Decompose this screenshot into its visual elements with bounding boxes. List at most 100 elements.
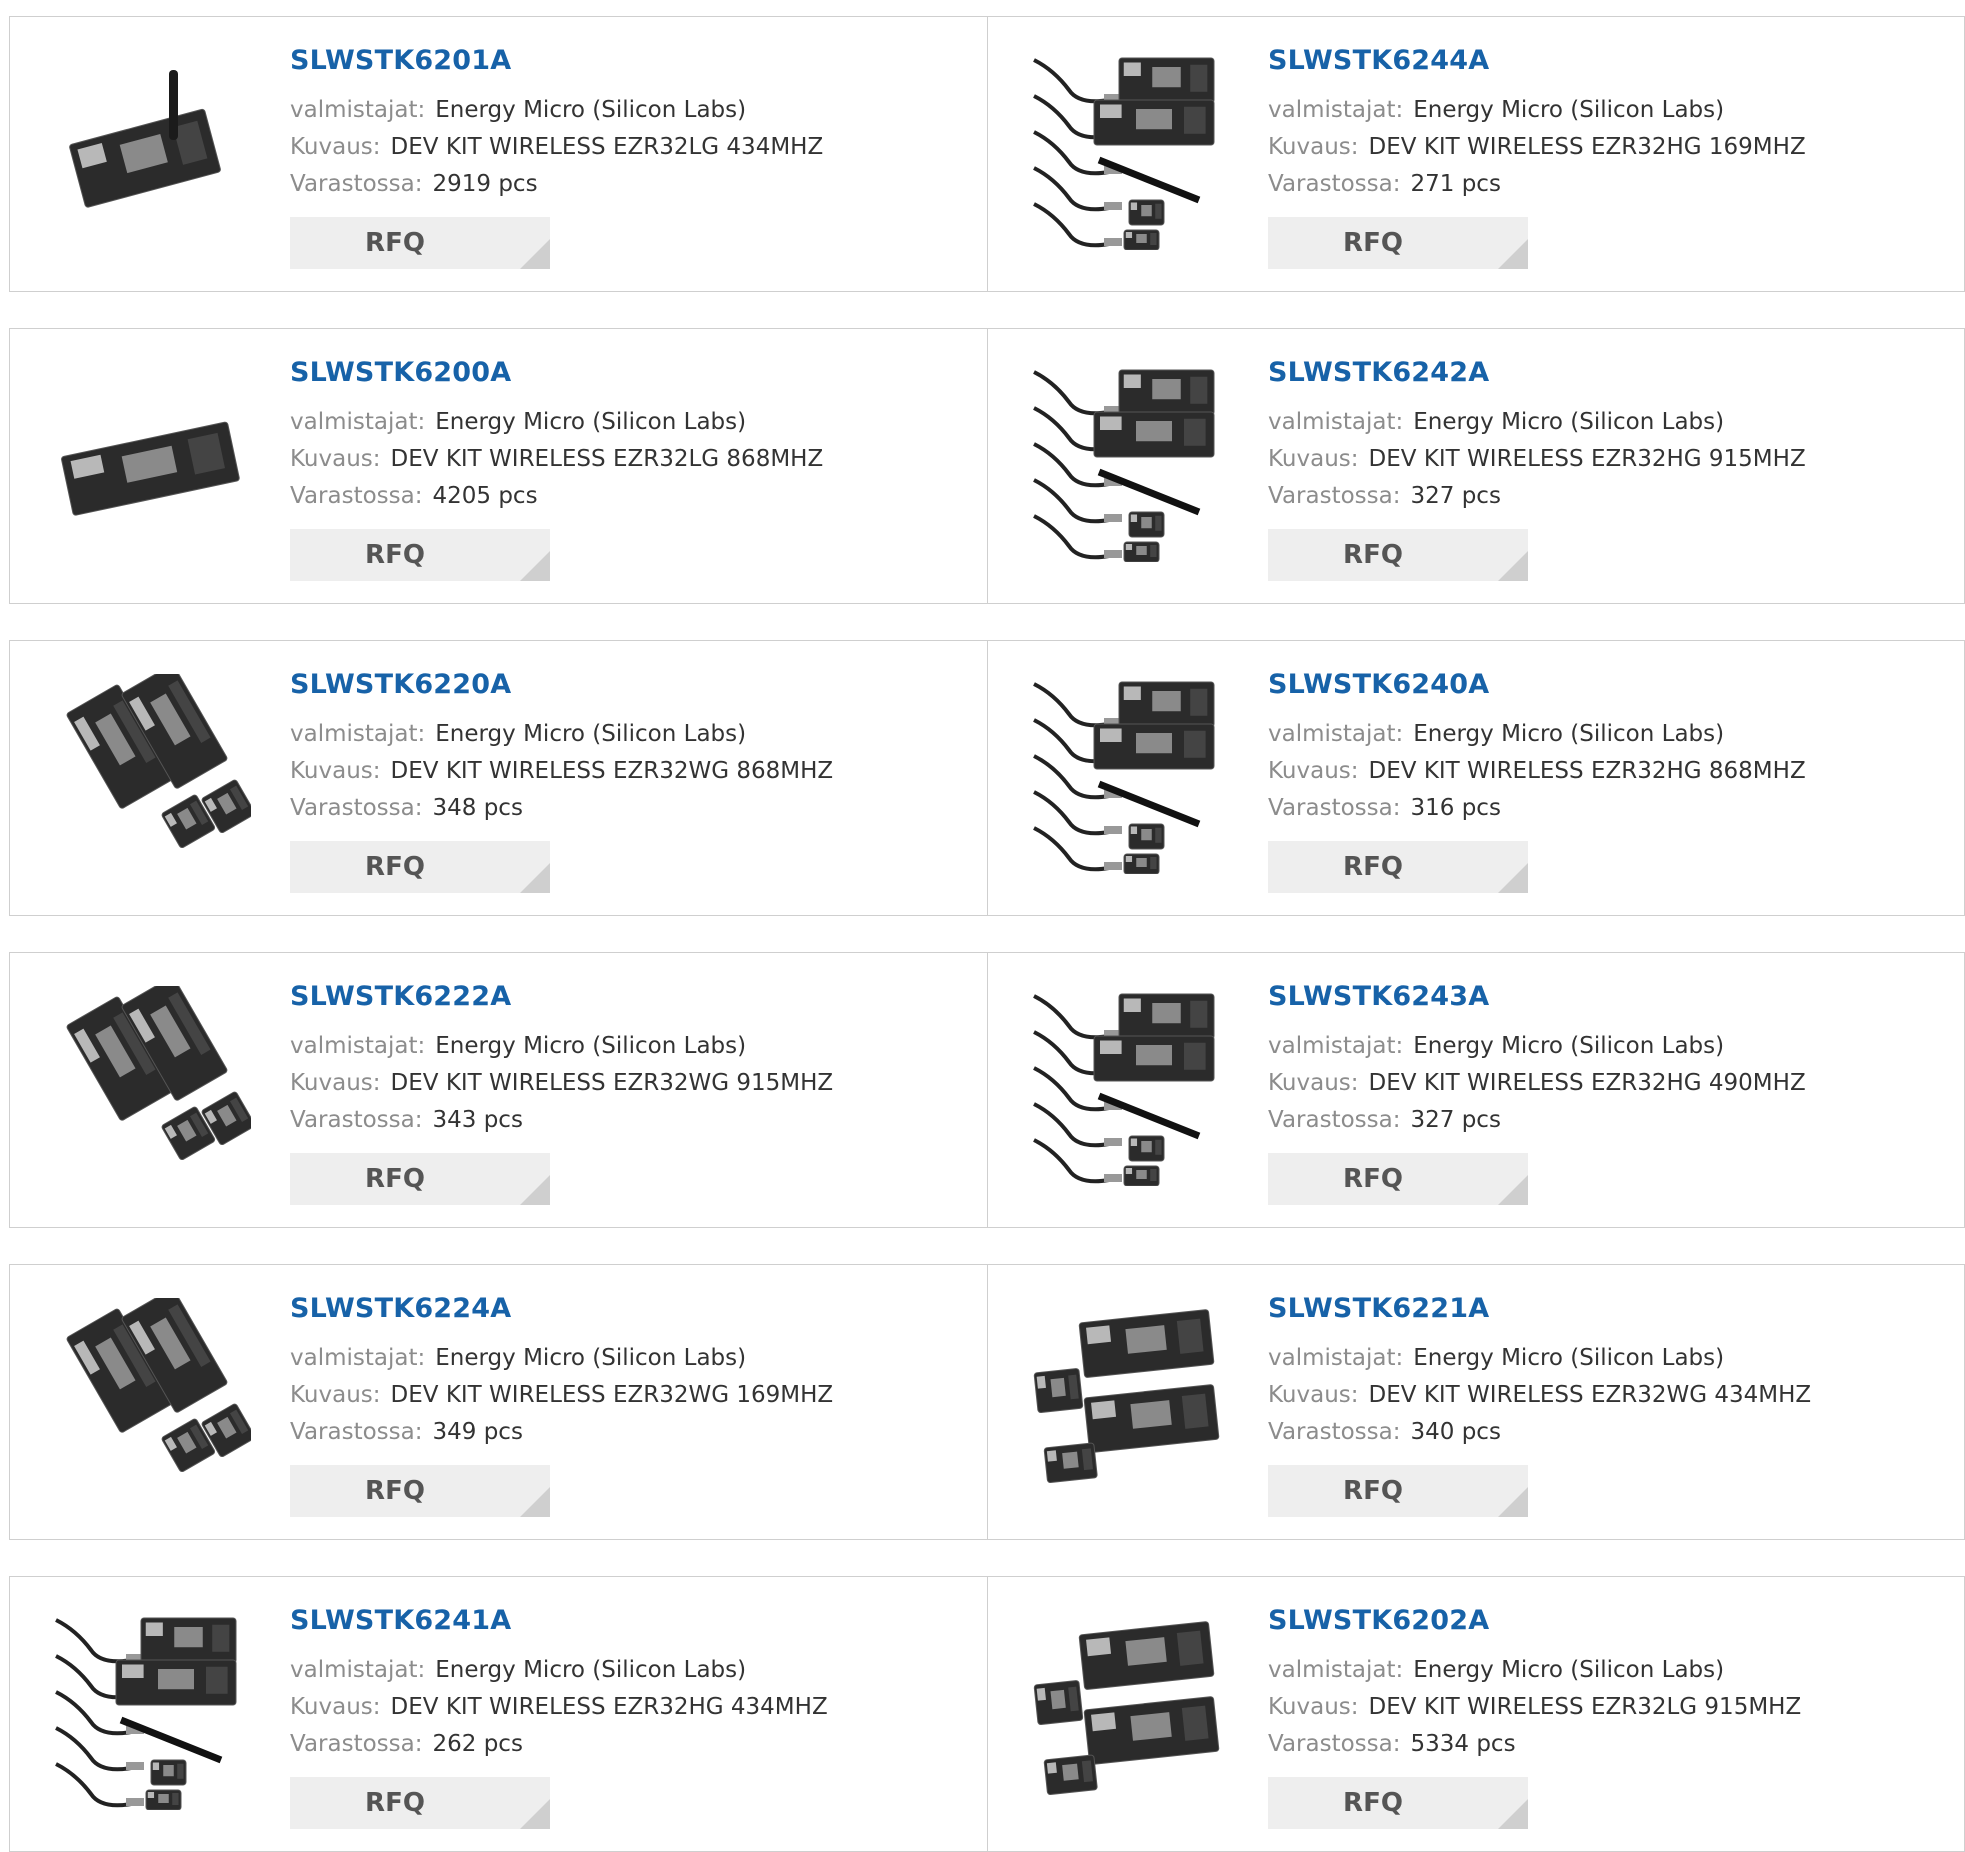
corner-triangle-icon (520, 1487, 550, 1517)
manufacturer-label: valmistajat: (290, 1657, 426, 1683)
board-antenna-image[interactable] (51, 50, 251, 250)
description-label: Kuvaus: (290, 758, 381, 784)
rfq-button[interactable]: RFQ (290, 529, 550, 581)
description-row: Kuvaus: DEV KIT WIRELESS EZR32WG 868MHZ (290, 758, 833, 784)
rfq-button[interactable]: RFQ (1268, 217, 1528, 269)
product-part-number-link[interactable]: SLWSTK6243A (1268, 981, 1489, 1012)
product-part-number-link[interactable]: SLWSTK6222A (290, 981, 511, 1012)
stock-label: Varastossa: (1268, 1107, 1401, 1133)
manufacturer-label: valmistajat: (1268, 1345, 1404, 1371)
stock-label: Varastossa: (290, 171, 423, 197)
stock-row: Varastossa: 2919 pcs (290, 171, 538, 197)
rfq-button-label: RFQ (365, 540, 425, 570)
stock-value: 348 pcs (432, 795, 523, 821)
kit-cables-image[interactable] (1029, 362, 1229, 562)
manufacturer-label: valmistajat: (1268, 97, 1404, 123)
description-label: Kuvaus: (1268, 758, 1359, 784)
description-value: DEV KIT WIRELESS EZR32HG 490MHZ (1368, 1070, 1806, 1096)
rfq-button[interactable]: RFQ (290, 217, 550, 269)
rfq-button-label: RFQ (365, 1476, 425, 1506)
stock-row: Varastossa: 316 pcs (1268, 795, 1501, 821)
product-part-number-link[interactable]: SLWSTK6242A (1268, 357, 1489, 388)
product-part-number-link[interactable]: SLWSTK6241A (290, 1605, 511, 1636)
stock-value: 2919 pcs (432, 171, 538, 197)
kit-boards-image[interactable] (51, 986, 251, 1186)
kit-cables-image[interactable] (51, 1610, 251, 1810)
manufacturer-value: Energy Micro (Silicon Labs) (1413, 409, 1725, 435)
rfq-button-label: RFQ (1343, 228, 1403, 258)
product-part-number-link[interactable]: SLWSTK6200A (290, 357, 511, 388)
description-row: Kuvaus: DEV KIT WIRELESS EZR32HG 490MHZ (1268, 1070, 1806, 1096)
stock-row: Varastossa: 348 pcs (290, 795, 523, 821)
product-part-number-link[interactable]: SLWSTK6244A (1268, 45, 1489, 76)
description-value: DEV KIT WIRELESS EZR32HG 169MHZ (1368, 134, 1806, 160)
corner-triangle-icon (520, 1799, 550, 1829)
description-label: Kuvaus: (290, 134, 381, 160)
rfq-button[interactable]: RFQ (1268, 529, 1528, 581)
product-card: SLWSTK6241A valmistajat: Energy Micro (Si… (9, 1576, 988, 1852)
rfq-button[interactable]: RFQ (1268, 1465, 1528, 1517)
stock-label: Varastossa: (290, 483, 423, 509)
description-label: Kuvaus: (290, 1070, 381, 1096)
product-card: SLWSTK6201A valmistajat: Energy Micro (Si… (9, 16, 988, 292)
kit-cables-image[interactable] (1029, 674, 1229, 874)
description-row: Kuvaus: DEV KIT WIRELESS EZR32HG 434MHZ (290, 1694, 828, 1720)
stock-label: Varastossa: (1268, 171, 1401, 197)
rfq-button[interactable]: RFQ (290, 1465, 550, 1517)
kit-cables-image[interactable] (1029, 986, 1229, 1186)
description-label: Kuvaus: (1268, 446, 1359, 472)
kit-cables-image[interactable] (1029, 50, 1229, 250)
manufacturer-value: Energy Micro (Silicon Labs) (435, 97, 747, 123)
stock-row: Varastossa: 271 pcs (1268, 171, 1501, 197)
product-part-number-link[interactable]: SLWSTK6201A (290, 45, 511, 76)
rfq-button-label: RFQ (1343, 852, 1403, 882)
stock-label: Varastossa: (290, 795, 423, 821)
manufacturer-label: valmistajat: (1268, 721, 1404, 747)
product-part-number-link[interactable]: SLWSTK6220A (290, 669, 511, 700)
stock-label: Varastossa: (1268, 483, 1401, 509)
product-card: SLWSTK6240A valmistajat: Energy Micro (Si… (987, 640, 1965, 916)
rfq-button[interactable]: RFQ (1268, 1153, 1528, 1205)
manufacturer-value: Energy Micro (Silicon Labs) (435, 1033, 747, 1059)
corner-triangle-icon (1498, 239, 1528, 269)
description-row: Kuvaus: DEV KIT WIRELESS EZR32HG 915MHZ (1268, 446, 1806, 472)
kit-boards-image[interactable] (51, 674, 251, 874)
manufacturer-label: valmistajat: (290, 97, 426, 123)
corner-triangle-icon (1498, 1799, 1528, 1829)
manufacturer-value: Energy Micro (Silicon Labs) (435, 1345, 747, 1371)
stock-row: Varastossa: 327 pcs (1268, 483, 1501, 509)
description-label: Kuvaus: (1268, 1694, 1359, 1720)
product-part-number-link[interactable]: SLWSTK6240A (1268, 669, 1489, 700)
rfq-button-label: RFQ (1343, 1164, 1403, 1194)
kit-two-boards-image[interactable] (1029, 1610, 1229, 1810)
rfq-button[interactable]: RFQ (290, 1777, 550, 1829)
kit-boards-image[interactable] (51, 1298, 251, 1498)
manufacturer-label: valmistajat: (290, 1345, 426, 1371)
description-label: Kuvaus: (290, 1694, 381, 1720)
manufacturer-value: Energy Micro (Silicon Labs) (435, 721, 747, 747)
rfq-button[interactable]: RFQ (1268, 841, 1528, 893)
product-part-number-link[interactable]: SLWSTK6224A (290, 1293, 511, 1324)
kit-two-boards-image[interactable] (1029, 1298, 1229, 1498)
description-row: Kuvaus: DEV KIT WIRELESS EZR32WG 434MHZ (1268, 1382, 1811, 1408)
corner-triangle-icon (520, 551, 550, 581)
stock-label: Varastossa: (1268, 795, 1401, 821)
rfq-button[interactable]: RFQ (290, 1153, 550, 1205)
manufacturer-row: valmistajat: Energy Micro (Silicon Labs) (1268, 1033, 1724, 1059)
manufacturer-value: Energy Micro (Silicon Labs) (1413, 1345, 1725, 1371)
rfq-button[interactable]: RFQ (290, 841, 550, 893)
product-card: SLWSTK6242A valmistajat: Energy Micro (Si… (987, 328, 1965, 604)
manufacturer-value: Energy Micro (Silicon Labs) (1413, 1033, 1725, 1059)
rfq-button-label: RFQ (365, 1788, 425, 1818)
description-row: Kuvaus: DEV KIT WIRELESS EZR32LG 434MHZ (290, 134, 823, 160)
rfq-button[interactable]: RFQ (1268, 1777, 1528, 1829)
manufacturer-value: Energy Micro (Silicon Labs) (435, 409, 747, 435)
rfq-button-label: RFQ (365, 852, 425, 882)
product-card: SLWSTK6243A valmistajat: Energy Micro (Si… (987, 952, 1965, 1228)
product-part-number-link[interactable]: SLWSTK6202A (1268, 1605, 1489, 1636)
product-part-number-link[interactable]: SLWSTK6221A (1268, 1293, 1489, 1324)
board-image[interactable] (51, 362, 251, 562)
stock-row: Varastossa: 327 pcs (1268, 1107, 1501, 1133)
manufacturer-value: Energy Micro (Silicon Labs) (1413, 721, 1725, 747)
manufacturer-row: valmistajat: Energy Micro (Silicon Labs) (290, 97, 746, 123)
